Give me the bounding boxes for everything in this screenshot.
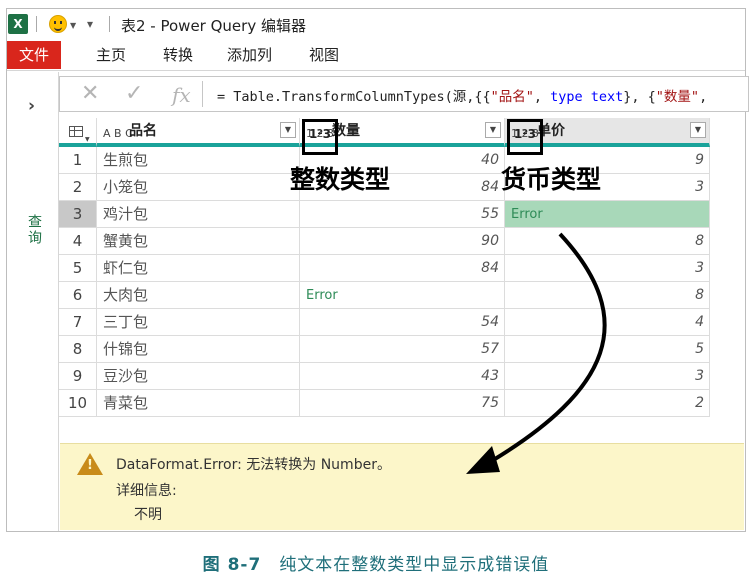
table-menu-button[interactable]: ▼ xyxy=(59,118,97,147)
cell-name[interactable]: 大肉包 xyxy=(97,282,300,309)
table-row[interactable]: 3 鸡汁包 55 Error xyxy=(59,201,710,228)
column-label: 品名 xyxy=(129,123,157,139)
queries-pane: › 查询 xyxy=(7,72,59,531)
check-icon[interactable]: ✓ xyxy=(125,81,143,106)
cell-qty[interactable]: 55 xyxy=(300,201,505,228)
row-number[interactable]: 10 xyxy=(59,390,97,417)
filter-dropdown-icon[interactable]: ▼ xyxy=(690,122,706,138)
formula-string: "数量" xyxy=(655,89,700,105)
chevron-right-icon[interactable]: › xyxy=(28,96,35,116)
table-row[interactable]: 4 蟹黄包 90 8 xyxy=(59,228,710,255)
table-header: ▼ A B C 品名 ▼ 1 2 3 数量 ▼ 1 2 3 单价 ▼ xyxy=(59,118,710,147)
formula-segment: }, { xyxy=(623,89,656,105)
tab-view[interactable]: 视图 xyxy=(309,41,339,69)
cell-price[interactable]: 3 xyxy=(505,363,710,390)
cell-price[interactable]: 4 xyxy=(505,309,710,336)
window-title: 表2 - Power Query 编辑器 xyxy=(121,17,306,35)
excel-icon: X xyxy=(8,14,28,34)
warning-icon-mark: ! xyxy=(87,458,93,473)
cell-price[interactable]: 5 xyxy=(505,336,710,363)
row-number[interactable]: 3 xyxy=(59,201,97,228)
error-details-value: 不明 xyxy=(134,507,162,523)
integer-type-highlight: 1²3 xyxy=(302,119,338,155)
table-row[interactable]: 10 青菜包 75 2 xyxy=(59,390,710,417)
table-row[interactable]: 5 虾仁包 84 3 xyxy=(59,255,710,282)
integer-type-label: 整数类型 xyxy=(290,165,391,194)
divider xyxy=(109,16,110,32)
row-number[interactable]: 5 xyxy=(59,255,97,282)
cell-name[interactable]: 蟹黄包 xyxy=(97,228,300,255)
queries-pane-label[interactable]: 查询 xyxy=(24,214,44,246)
cell-price[interactable]: 3 xyxy=(505,255,710,282)
error-cell[interactable]: Error xyxy=(300,282,505,309)
filter-dropdown-icon[interactable]: ▼ xyxy=(280,122,296,138)
formula-input[interactable]: = Table.TransformColumnTypes(源,{{"品名", t… xyxy=(217,85,707,105)
smiley-icon[interactable] xyxy=(49,15,67,33)
row-number[interactable]: 7 xyxy=(59,309,97,336)
error-cell[interactable]: Error xyxy=(505,201,710,228)
tab-add-column[interactable]: 添加列 xyxy=(227,41,272,69)
figure-number: 图 8-7 xyxy=(202,555,262,575)
cell-qty[interactable]: 43 xyxy=(300,363,505,390)
currency-type-label: 货币类型 xyxy=(501,165,602,194)
cell-name[interactable]: 豆沙包 xyxy=(97,363,300,390)
divider xyxy=(36,16,37,32)
formula-bar: ✕ ✓ fx = Table.TransformColumnTypes(源,{{… xyxy=(59,76,749,112)
column-header-name[interactable]: A B C 品名 ▼ xyxy=(97,118,300,147)
figure-caption: 图 8-7 纯文本在整数类型中显示成错误值 xyxy=(0,550,752,575)
cell-name[interactable]: 什锦包 xyxy=(97,336,300,363)
table-row[interactable]: 8 什锦包 57 5 xyxy=(59,336,710,363)
row-number[interactable]: 9 xyxy=(59,363,97,390)
cell-name[interactable]: 鸡汁包 xyxy=(97,201,300,228)
tab-file[interactable]: 文件 xyxy=(7,41,61,69)
error-details-pane: ! DataFormat.Error: 无法转换为 Number。 详细信息: … xyxy=(60,443,744,530)
table-row[interactable]: 6 大肉包 Error 8 xyxy=(59,282,710,309)
title-bar: X ▼ ▾ 表2 - Power Query 编辑器 xyxy=(7,9,745,39)
tab-home[interactable]: 主页 xyxy=(96,41,126,69)
cell-qty[interactable]: 54 xyxy=(300,309,505,336)
formula-keyword: type text xyxy=(550,89,624,105)
cell-name[interactable]: 青菜包 xyxy=(97,390,300,417)
tab-transform[interactable]: 转换 xyxy=(163,41,193,69)
cell-name[interactable]: 三丁包 xyxy=(97,309,300,336)
cell-qty[interactable]: 90 xyxy=(300,228,505,255)
table-row[interactable]: 7 三丁包 54 4 xyxy=(59,309,710,336)
cell-name[interactable]: 虾仁包 xyxy=(97,255,300,282)
error-details-label: 详细信息: xyxy=(116,483,177,499)
cell-price[interactable]: 2 xyxy=(505,390,710,417)
chevron-down-icon[interactable]: ▼ xyxy=(70,21,76,30)
table-row[interactable]: 9 豆沙包 43 3 xyxy=(59,363,710,390)
row-number[interactable]: 8 xyxy=(59,336,97,363)
close-icon[interactable]: ✕ xyxy=(81,81,99,106)
fx-icon[interactable]: fx xyxy=(172,83,191,107)
cell-qty[interactable]: 75 xyxy=(300,390,505,417)
cell-price[interactable]: 8 xyxy=(505,228,710,255)
row-number[interactable]: 2 xyxy=(59,174,97,201)
table-icon xyxy=(69,126,83,137)
cell-name[interactable]: 小笼包 xyxy=(97,174,300,201)
error-message: DataFormat.Error: 无法转换为 Number。 xyxy=(116,457,391,473)
cell-qty[interactable]: 84 xyxy=(300,255,505,282)
cell-name[interactable]: 生煎包 xyxy=(97,147,300,174)
customize-toolbar-icon[interactable]: ▾ xyxy=(87,17,93,31)
filter-dropdown-icon[interactable]: ▼ xyxy=(485,122,501,138)
ribbon-tabs: 文件 主页 转换 添加列 视图 xyxy=(7,41,745,71)
row-number[interactable]: 6 xyxy=(59,282,97,309)
divider xyxy=(202,81,203,107)
formula-segment: = Table.TransformColumnTypes(源,{{ xyxy=(217,89,491,105)
formula-string: "品名" xyxy=(490,89,534,105)
figure-caption-text: 纯文本在整数类型中显示成错误值 xyxy=(279,555,550,575)
row-number[interactable]: 1 xyxy=(59,147,97,174)
row-number[interactable]: 4 xyxy=(59,228,97,255)
cell-price[interactable]: 8 xyxy=(505,282,710,309)
formula-segment: , xyxy=(533,89,551,105)
cell-qty[interactable]: 57 xyxy=(300,336,505,363)
formula-segment: , xyxy=(699,89,708,105)
currency-type-highlight: 1²3 xyxy=(507,119,543,155)
